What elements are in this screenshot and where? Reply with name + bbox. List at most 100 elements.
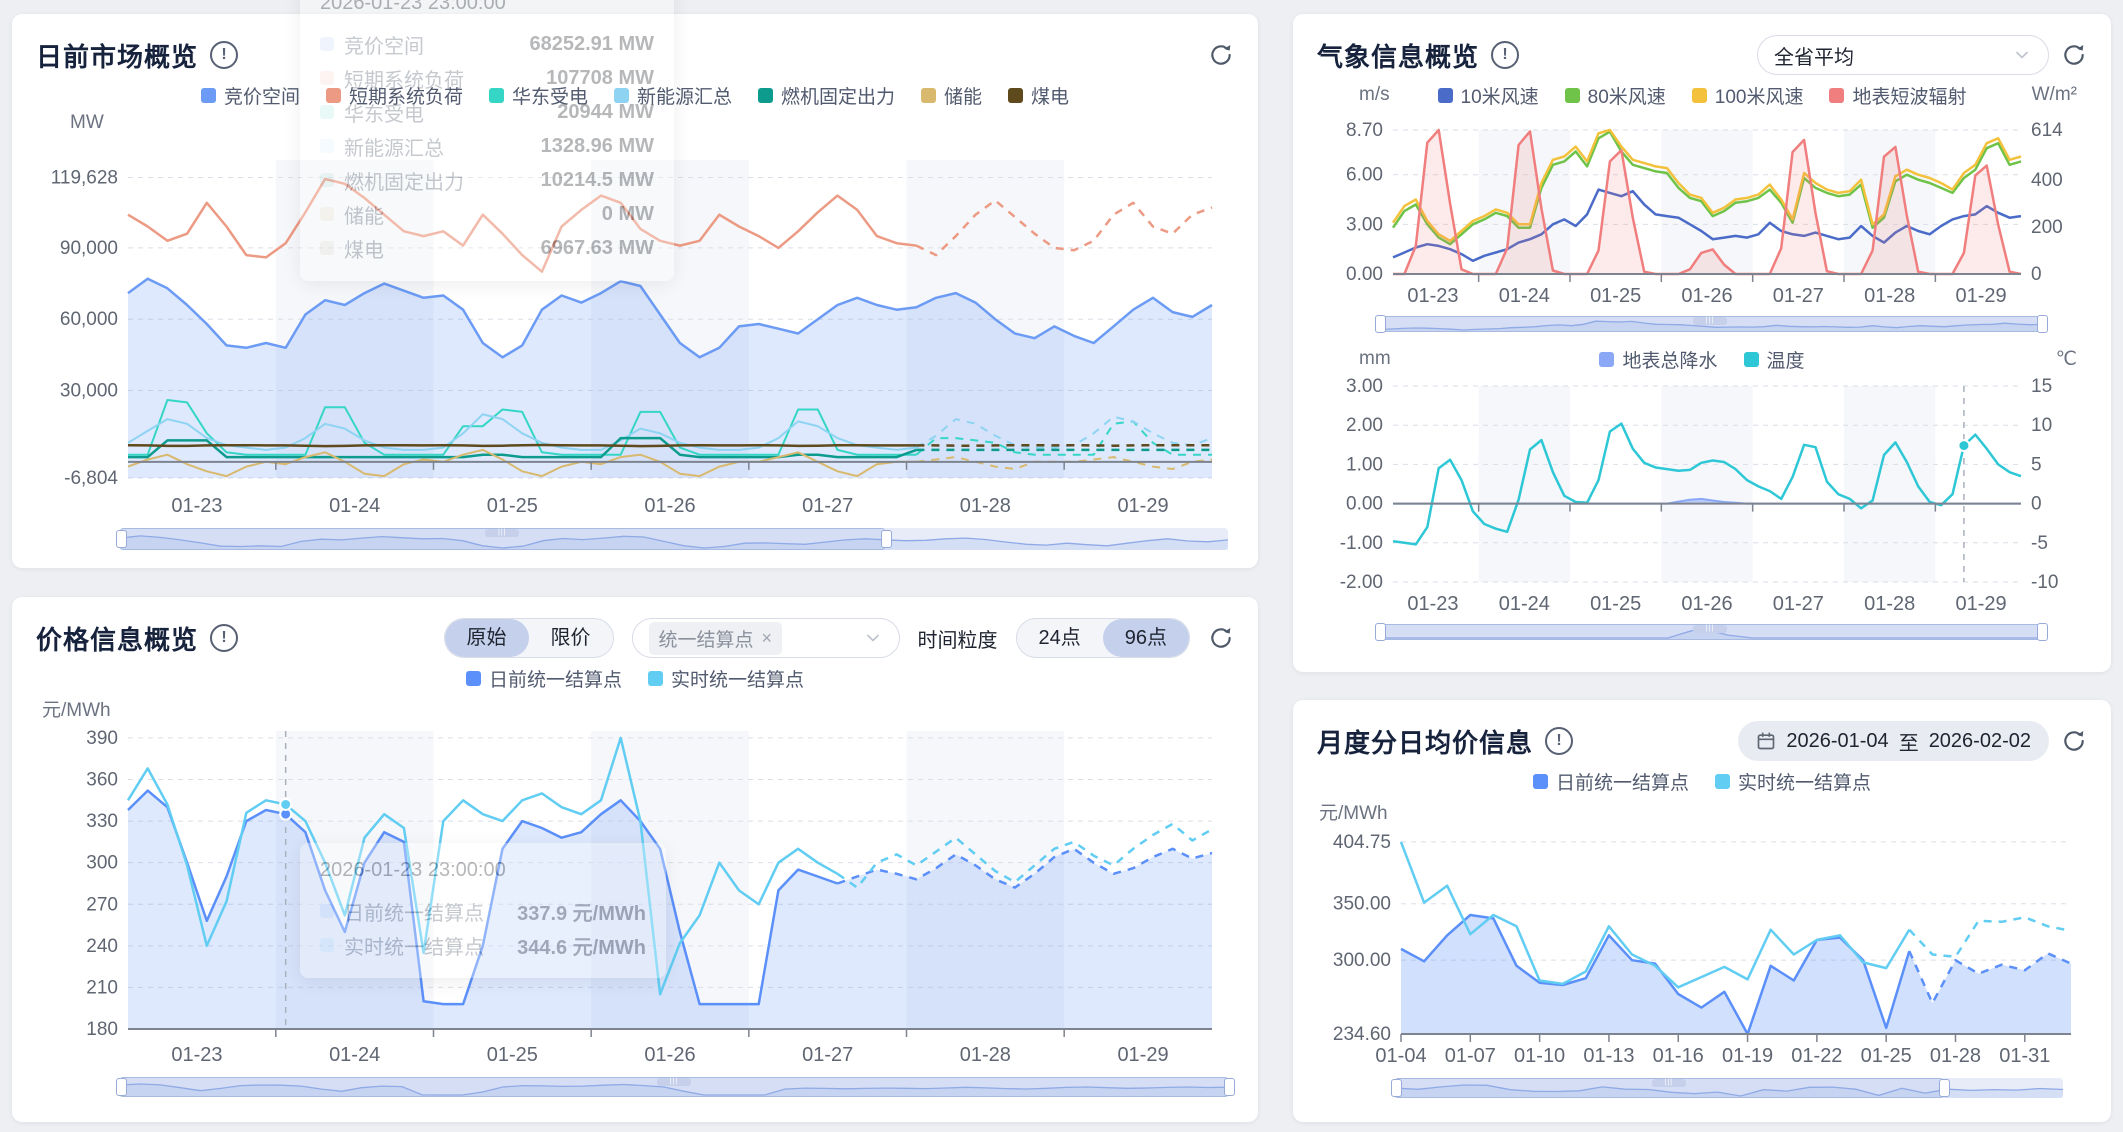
legend-item[interactable]: 10米风速 [1438, 82, 1539, 109]
mode-original-button[interactable]: 原始 [445, 619, 529, 657]
datazoom-handle-right[interactable] [1224, 1078, 1235, 1096]
selected-tag: 统一结算点× [649, 622, 783, 655]
granularity-96-button[interactable]: 96点 [1103, 619, 1189, 657]
svg-text:01-28: 01-28 [960, 495, 1011, 517]
legend-item[interactable]: 竞价空间 [201, 82, 300, 109]
svg-text:390: 390 [86, 728, 118, 749]
price-datazoom-slider[interactable]: ||| [120, 1077, 1228, 1097]
legend-swatch [466, 671, 481, 686]
datazoom-grip[interactable]: ||| [1693, 625, 1727, 633]
legend-item[interactable]: 100米风速 [1692, 82, 1804, 109]
datazoom-grip[interactable]: ||| [1652, 1079, 1686, 1087]
info-icon[interactable]: ! [210, 41, 238, 69]
svg-text:0: 0 [2031, 264, 2042, 285]
svg-text:01-29: 01-29 [1117, 1044, 1168, 1066]
datazoom-handle-right[interactable] [2037, 315, 2048, 333]
svg-text:01-25: 01-25 [1590, 285, 1641, 307]
legend-label: 华东受电 [512, 82, 588, 109]
settlement-point-select[interactable]: 统一结算点× [632, 618, 900, 658]
legend-swatch [1829, 88, 1844, 103]
svg-text:270: 270 [86, 894, 118, 915]
legend-item[interactable]: 日前统一结算点 [466, 665, 622, 692]
svg-text:01-24: 01-24 [329, 1044, 380, 1066]
svg-text:3.00: 3.00 [1346, 376, 1383, 397]
datazoom-handle-left[interactable] [1375, 623, 1386, 641]
svg-text:01-31: 01-31 [1999, 1045, 2050, 1067]
svg-text:30,000: 30,000 [60, 381, 118, 402]
legend-item[interactable]: 实时统一结算点 [648, 665, 804, 692]
svg-text:5: 5 [2031, 454, 2042, 475]
datazoom-handle-left[interactable] [1391, 1079, 1402, 1097]
info-icon[interactable]: ! [1545, 727, 1573, 755]
legend-swatch [614, 88, 629, 103]
datazoom-handle-left[interactable] [1375, 315, 1386, 333]
legend-item[interactable]: 实时统一结算点 [1715, 768, 1871, 795]
mode-limit-button[interactable]: 限价 [529, 619, 613, 657]
chevron-down-icon [2012, 45, 2032, 65]
refresh-icon[interactable] [1208, 625, 1234, 651]
region-select-value: 全省平均 [1774, 41, 2012, 70]
datazoom-handle-right[interactable] [1939, 1079, 1950, 1097]
legend-item[interactable]: 华东受电 [489, 82, 588, 109]
svg-text:01-24: 01-24 [1499, 285, 1550, 307]
wind-datazoom-slider[interactable]: ||| [1379, 316, 2041, 332]
datazoom-handle-right[interactable] [881, 530, 892, 548]
svg-text:119,628: 119,628 [51, 168, 118, 189]
legend-label: 日前统一结算点 [1556, 768, 1689, 795]
wind-radiation-block: m/s 10米风速 80米风速 100米风速 地表短波辐射 W/m² 8.706… [1317, 82, 2087, 332]
granularity-24-button[interactable]: 24点 [1017, 619, 1103, 657]
legend-item[interactable]: 燃机固定出力 [758, 82, 895, 109]
legend-item[interactable]: 日前统一结算点 [1533, 768, 1689, 795]
panel-title: 日前市场概览 [36, 37, 198, 74]
info-icon[interactable]: ! [1491, 41, 1519, 69]
market-legend: 竞价空间 短期系统负荷 华东受电 新能源汇总 燃机固定出力 储能 煤电 [36, 82, 1234, 108]
legend-item[interactable]: 80米风速 [1565, 82, 1666, 109]
legend-item[interactable]: 地表短波辐射 [1829, 82, 1966, 109]
datazoom-handle-right[interactable] [2037, 623, 2048, 641]
left-axis-unit: m/s [1359, 84, 1390, 106]
market-datazoom-slider[interactable]: ||| [120, 528, 1228, 550]
refresh-icon[interactable] [2061, 728, 2087, 754]
legend-label: 100米风速 [1715, 82, 1804, 109]
monthly-price-chart[interactable]: 404.75350.00300.00234.6001-0401-0701-100… [1317, 822, 2087, 1070]
date-range-end: 2026-02-02 [1929, 730, 2031, 753]
svg-text:01-23: 01-23 [1407, 285, 1458, 307]
monthly-price-panel: 月度分日均价信息 ! 2026-01-04 至 2026-02-02 [1293, 700, 2111, 1122]
svg-text:-10: -10 [2031, 572, 2058, 593]
wind-radiation-chart[interactable]: 8.706.003.000.00614400200001-2301-2401-2… [1317, 112, 2087, 310]
tag-close-icon[interactable]: × [762, 628, 773, 649]
tooltip-time: 2026-01-23 23:00:00 [320, 0, 654, 15]
market-chart[interactable]: 119,62890,00060,00030,000-6,80401-2301-2… [36, 134, 1234, 520]
right-column: 气象信息概览 ! 全省平均 m/s 10米风速 80米风 [1293, 14, 2111, 1122]
price-chart[interactable]: 39036033030027024021018001-2301-2401-250… [36, 717, 1234, 1069]
legend-label: 煤电 [1031, 82, 1069, 109]
date-range-picker[interactable]: 2026-01-04 至 2026-02-02 [1738, 721, 2049, 761]
precip-datazoom-slider[interactable]: ||| [1379, 624, 2041, 640]
refresh-icon[interactable] [2061, 42, 2087, 68]
legend-swatch [1715, 774, 1730, 789]
legend-item[interactable]: 地表总降水 [1599, 346, 1717, 373]
datazoom-grip[interactable]: ||| [485, 529, 519, 537]
datazoom-handle-left[interactable] [116, 530, 127, 548]
refresh-icon[interactable] [1208, 42, 1234, 68]
legend-item[interactable]: 储能 [921, 82, 982, 109]
info-icon[interactable]: ! [210, 624, 238, 652]
legend-item[interactable]: 短期系统负荷 [326, 82, 463, 109]
svg-text:01-29: 01-29 [1117, 495, 1168, 517]
panel-title: 气象信息概览 [1317, 37, 1479, 74]
price-legend: 日前统一结算点 实时统一结算点 [36, 665, 1234, 691]
legend-item[interactable]: 新能源汇总 [614, 82, 732, 109]
svg-text:330: 330 [86, 811, 118, 832]
datazoom-handle-left[interactable] [116, 1078, 127, 1096]
svg-text:01-28: 01-28 [1864, 285, 1915, 307]
panel-title: 月度分日均价信息 [1317, 723, 1533, 760]
datazoom-grip[interactable]: ||| [1693, 317, 1727, 325]
datazoom-grip[interactable]: ||| [657, 1078, 691, 1086]
precip-temp-chart[interactable]: 3.002.001.000.00-1.00-2.00151050-5-1001-… [1317, 374, 2087, 618]
region-select[interactable]: 全省平均 [1757, 35, 2049, 75]
legend-item[interactable]: 温度 [1744, 346, 1805, 373]
svg-text:01-25: 01-25 [487, 495, 538, 517]
monthly-datazoom-slider[interactable]: ||| [1395, 1078, 2063, 1098]
svg-text:10: 10 [2031, 415, 2052, 436]
legend-item[interactable]: 煤电 [1008, 82, 1069, 109]
